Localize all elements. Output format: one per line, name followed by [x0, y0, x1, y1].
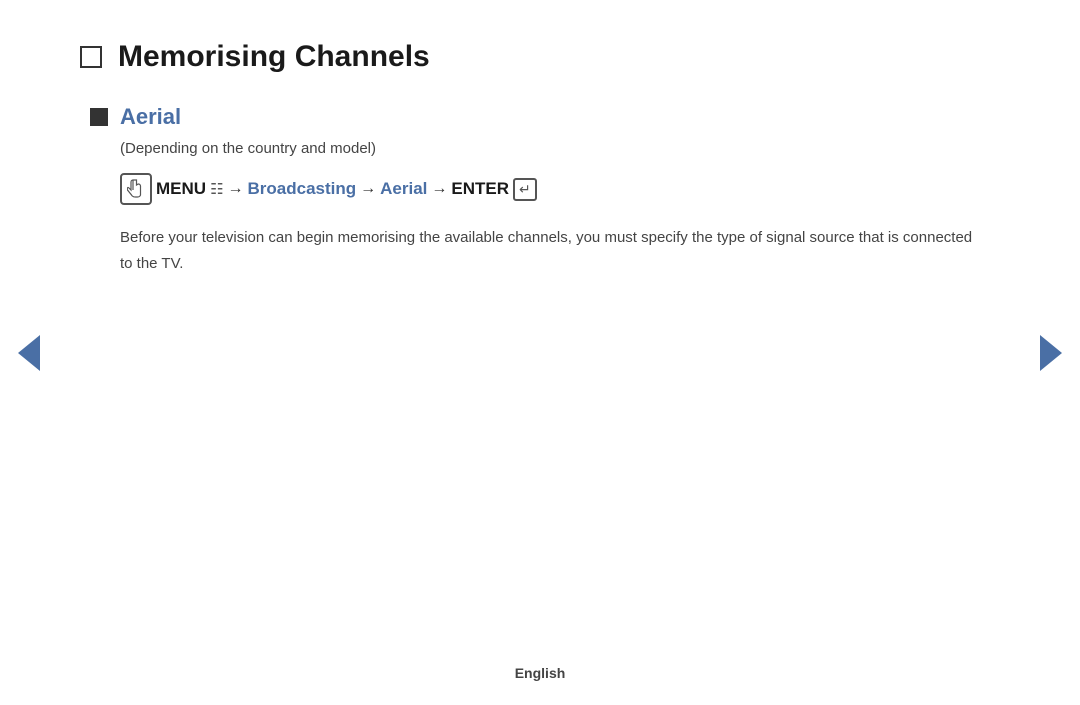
page-title-row: Memorising Channels: [80, 40, 1000, 74]
menu-path: MENU ☷ → Broadcasting → Aerial → ENTER ↵: [120, 173, 1000, 205]
section-bullet-icon: [90, 108, 108, 126]
aerial-link: Aerial: [380, 179, 427, 199]
arrow-3: →: [431, 180, 447, 198]
nav-arrow-right[interactable]: [1040, 335, 1062, 371]
section-title: Aerial: [120, 104, 181, 130]
menu-path-line: MENU ☷ → Broadcasting → Aerial → ENTER ↵: [120, 173, 537, 205]
section-aerial: Aerial (Depending on the country and mod…: [90, 104, 1000, 276]
arrow-1: →: [228, 180, 244, 198]
footer-language: English: [515, 665, 566, 681]
section-header: Aerial: [90, 104, 1000, 130]
section-subtitle: (Depending on the country and model): [120, 140, 1000, 157]
page-title: Memorising Channels: [118, 40, 430, 74]
broadcasting-link: Broadcasting: [248, 179, 357, 199]
enter-icon: ↵: [513, 178, 537, 201]
menu-grid-icon: ☷: [210, 180, 223, 198]
section-description: Before your television can begin memoris…: [120, 225, 980, 276]
menu-hand-icon: [120, 173, 152, 205]
page-content: Memorising Channels Aerial (Depending on…: [0, 0, 1080, 316]
enter-keyword: ENTER: [451, 179, 509, 199]
arrow-2: →: [360, 180, 376, 198]
menu-keyword: MENU: [156, 179, 206, 199]
title-checkbox-icon: [80, 46, 102, 68]
nav-arrow-left[interactable]: [18, 335, 40, 371]
